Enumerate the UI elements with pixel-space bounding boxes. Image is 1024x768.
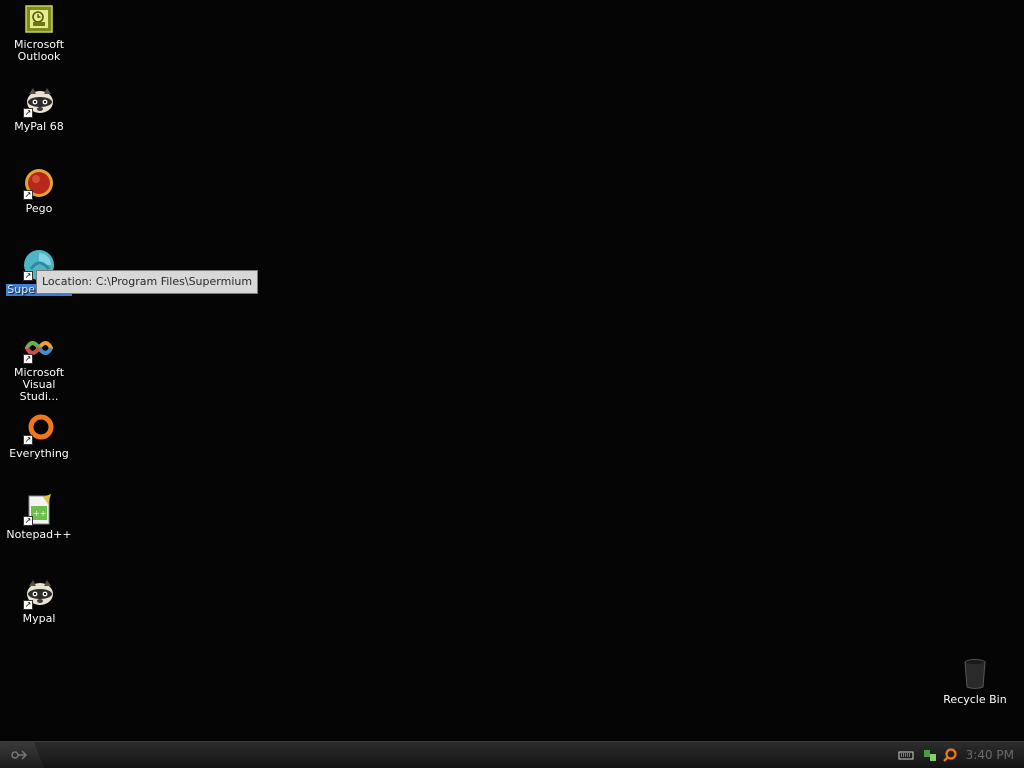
icon-label: Pego (25, 202, 53, 215)
taskbar-clock[interactable]: 3:40 PM (966, 748, 1014, 762)
visual-studio-icon: ↗ (23, 332, 55, 364)
raccoon-icon: ↗ (23, 578, 55, 610)
desktop-icon-mypal-68[interactable]: ↗ MyPal 68 (1, 86, 77, 133)
start-icon (11, 750, 28, 760)
desktop-icon-pego[interactable]: ↗ Pego (1, 168, 77, 215)
search-icon[interactable] (942, 747, 958, 763)
desktop-icon-everything[interactable]: ↗ Everything (1, 413, 77, 460)
system-tray: 3:40 PM (894, 742, 1024, 768)
desktop-icon-recycle-bin[interactable]: Recycle Bin (937, 658, 1013, 706)
shortcut-arrow-icon: ↗ (23, 600, 33, 610)
shortcut-arrow-icon: ↗ (23, 354, 33, 364)
desktop[interactable]: Microsoft Outlook ↗ MyPal 68 ↗ Pego ↗ ↗ … (0, 0, 1024, 741)
taskbar: 3:40 PM (0, 741, 1024, 768)
svg-text:++: ++ (33, 509, 46, 518)
location-tooltip: Location: C:\Program Files\Supermium (36, 270, 259, 294)
icon-label: Microsoft Outlook (13, 38, 65, 63)
desktop-icon-notepad-plus-plus[interactable]: ++ ↗ Notepad++ (1, 494, 77, 541)
shortcut-arrow-icon: ↗ (23, 516, 33, 526)
desktop-icon-visual-studio[interactable]: ↗ Microsoft Visual Studi... (1, 332, 77, 403)
shortcut-arrow-icon: ↗ (23, 435, 33, 445)
icon-label: MyPal 68 (14, 120, 64, 133)
notepad-plus-plus-icon: ++ ↗ (23, 494, 55, 526)
shortcut-arrow-icon: ↗ (23, 108, 33, 118)
desktop-icon-mypal[interactable]: ↗ Mypal (1, 578, 77, 625)
recycle-bin-icon (959, 658, 991, 690)
icon-label: Recycle Bin (943, 693, 1007, 706)
shortcut-arrow-icon: ↗ (23, 190, 33, 200)
raccoon-icon: ↗ (23, 86, 55, 118)
desktop-icon-outlook[interactable]: Microsoft Outlook (1, 4, 77, 63)
outlook-icon (23, 4, 55, 36)
icon-label: Notepad++ (6, 528, 72, 541)
shortcut-arrow-icon: ↗ (23, 271, 33, 281)
keyboard-icon[interactable] (898, 747, 914, 763)
network-icon[interactable] (922, 747, 938, 763)
start-button[interactable] (0, 742, 44, 768)
icon-label: Everything (9, 447, 69, 460)
everything-icon: ↗ (23, 413, 55, 445)
icon-label: Microsoft Visual Studi... (13, 366, 65, 403)
pego-icon: ↗ (23, 168, 55, 200)
icon-label: Mypal (22, 612, 56, 625)
